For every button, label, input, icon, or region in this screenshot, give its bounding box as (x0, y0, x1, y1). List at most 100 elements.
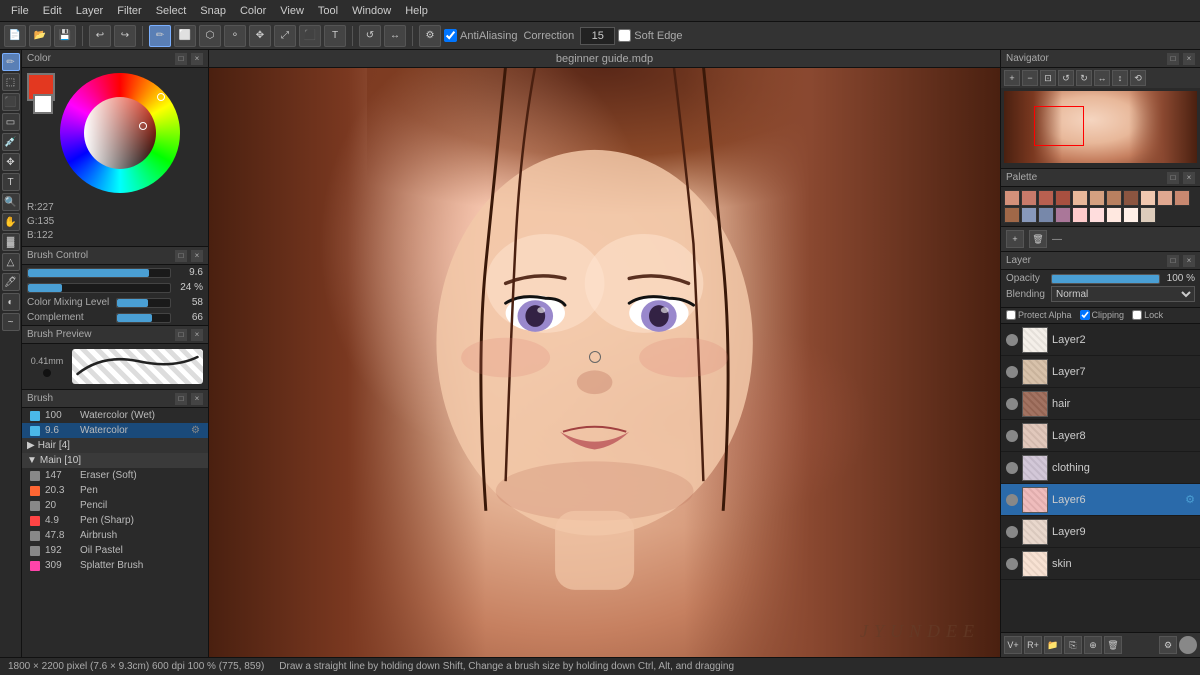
color-mixing-track[interactable] (116, 298, 171, 308)
layer-row-layer2[interactable]: Layer2 (1001, 324, 1200, 356)
palette-color-16[interactable] (1089, 207, 1105, 223)
brush-oil-pastel[interactable]: 192 Oil Pastel (22, 543, 208, 558)
menu-filter[interactable]: Filter (110, 3, 148, 19)
palette-color-12[interactable] (1021, 207, 1037, 223)
layer-row-layer6[interactable]: Layer6 ⚙ (1001, 484, 1200, 516)
palette-color-6[interactable] (1106, 190, 1122, 206)
brush-pencil[interactable]: 20 Pencil (22, 498, 208, 513)
tool-move[interactable]: ✥ (2, 153, 20, 171)
canvas-viewport[interactable]: JYUNDEE (209, 68, 1000, 657)
layer-tb-new-raster[interactable]: R+ (1024, 636, 1042, 654)
tool-pen[interactable]: 🖊 (2, 273, 20, 291)
nav-zoom-in[interactable]: + (1004, 70, 1020, 86)
toolbar-undo[interactable]: ↩ (89, 25, 111, 47)
layer-tb-folder[interactable]: 📁 (1044, 636, 1062, 654)
color-gradient-square[interactable] (84, 97, 156, 169)
nav-flip-v[interactable]: ↕ (1112, 70, 1128, 86)
layer-vis-hair[interactable] (1006, 398, 1018, 410)
tool-smear[interactable]: ~ (2, 313, 20, 331)
palette-color-18[interactable] (1123, 207, 1139, 223)
menu-color[interactable]: Color (233, 3, 273, 19)
layer-tb-new-vector[interactable]: V+ (1004, 636, 1022, 654)
layer-tb-merge[interactable]: ⊕ (1084, 636, 1102, 654)
brush-category-main[interactable]: ▼ Main [10] (22, 453, 208, 468)
protect-alpha-checkbox[interactable] (1006, 310, 1016, 320)
tool-fill[interactable]: ⬛ (2, 93, 20, 111)
color-panel-close[interactable]: × (191, 53, 203, 65)
toolbar-new[interactable]: 📄 (4, 25, 26, 47)
brush-watercolor-selected[interactable]: 9.6 Watercolor ⚙ (22, 423, 208, 438)
menu-tool[interactable]: Tool (311, 3, 345, 19)
tool-color-mix[interactable]: ◐ (2, 293, 20, 311)
toolbar-fill[interactable]: ⬛ (299, 25, 321, 47)
menu-help[interactable]: Help (398, 3, 435, 19)
palette-color-10[interactable] (1174, 190, 1190, 206)
palette-color-11[interactable] (1004, 207, 1020, 223)
tool-brush[interactable]: ✏ (2, 53, 20, 71)
palette-color-0[interactable] (1004, 190, 1020, 206)
layer-row-clothing[interactable]: clothing (1001, 452, 1200, 484)
menu-snap[interactable]: Snap (193, 3, 233, 19)
clipping-checkbox[interactable] (1080, 310, 1090, 320)
navigator-expand[interactable]: □ (1167, 53, 1179, 65)
opacity-slider[interactable] (1051, 274, 1160, 284)
brush-category-hair[interactable]: ▶ Hair [4] (22, 438, 208, 453)
palette-color-15[interactable] (1072, 207, 1088, 223)
palette-color-17[interactable] (1106, 207, 1122, 223)
layer-vis-layer8[interactable] (1006, 430, 1018, 442)
brush-splatter[interactable]: 309 Splatter Brush (22, 558, 208, 573)
palette-color-5[interactable] (1089, 190, 1105, 206)
menu-file[interactable]: File (4, 3, 36, 19)
nav-reset[interactable]: ⟲ (1130, 70, 1146, 86)
toolbar-lasso[interactable]: ⚬ (224, 25, 246, 47)
menu-layer[interactable]: Layer (69, 3, 111, 19)
toolbar-transform[interactable]: ⤢ (274, 25, 296, 47)
brush-list-expand[interactable]: □ (175, 393, 187, 405)
clipping-option[interactable]: Clipping (1080, 310, 1125, 320)
palette-expand[interactable]: □ (1167, 172, 1179, 184)
layer-vis-skin[interactable] (1006, 558, 1018, 570)
protect-alpha-option[interactable]: Protect Alpha (1006, 310, 1072, 320)
navigator-content[interactable] (1001, 88, 1200, 168)
layer-vis-layer2[interactable] (1006, 334, 1018, 346)
blending-select[interactable]: Normal Multiply Screen Overlay (1051, 286, 1195, 302)
layer-vis-layer6[interactable] (1006, 494, 1018, 506)
nav-fit[interactable]: ⊡ (1040, 70, 1056, 86)
brush-control-expand[interactable]: □ (175, 250, 187, 262)
brush-preview-expand[interactable]: □ (175, 329, 187, 341)
toolbar-select-poly[interactable]: ⬡ (199, 25, 221, 47)
layer-panel-close[interactable]: × (1183, 255, 1195, 267)
layer-vis-layer7[interactable] (1006, 366, 1018, 378)
brush-control-close[interactable]: × (191, 250, 203, 262)
brush-preview-close[interactable]: × (191, 329, 203, 341)
tool-gradient[interactable]: ▓ (2, 233, 20, 251)
toolbar-move[interactable]: ✥ (249, 25, 271, 47)
canvas-image[interactable]: JYUNDEE (209, 68, 1000, 657)
layer-tb-copy[interactable]: ⎘ (1064, 636, 1082, 654)
lock-option[interactable]: Lock (1132, 310, 1163, 320)
toolbar-brush[interactable]: ✏ (149, 25, 171, 47)
tool-eraser[interactable]: ⬚ (2, 73, 20, 91)
tool-select[interactable]: ▭ (2, 113, 20, 131)
tool-zoom[interactable]: 🔍 (2, 193, 20, 211)
palette-color-1[interactable] (1021, 190, 1037, 206)
brush-pen[interactable]: 20.3 Pen (22, 483, 208, 498)
palette-color-19[interactable] (1140, 207, 1156, 223)
nav-flip-h[interactable]: ↔ (1094, 70, 1110, 86)
brush-list-close[interactable]: × (191, 393, 203, 405)
palette-color-8[interactable] (1140, 190, 1156, 206)
toolbar-rotate[interactable]: ↺ (359, 25, 381, 47)
toolbar-flip[interactable]: ↔ (384, 25, 406, 47)
palette-color-13[interactable] (1038, 207, 1054, 223)
navigator-close[interactable]: × (1183, 53, 1195, 65)
navigator-thumbnail[interactable] (1004, 91, 1197, 163)
menu-window[interactable]: Window (345, 3, 398, 19)
tool-hand[interactable]: ✋ (2, 213, 20, 231)
color-wheel[interactable] (60, 73, 180, 193)
menu-view[interactable]: View (273, 3, 311, 19)
nav-rotate-left[interactable]: ↺ (1058, 70, 1074, 86)
layer-row-layer9[interactable]: Layer9 (1001, 516, 1200, 548)
toolbar-select-rect[interactable]: ⬜ (174, 25, 196, 47)
soft-edge-checkbox[interactable] (618, 29, 631, 42)
layer-row-layer8[interactable]: Layer8 (1001, 420, 1200, 452)
